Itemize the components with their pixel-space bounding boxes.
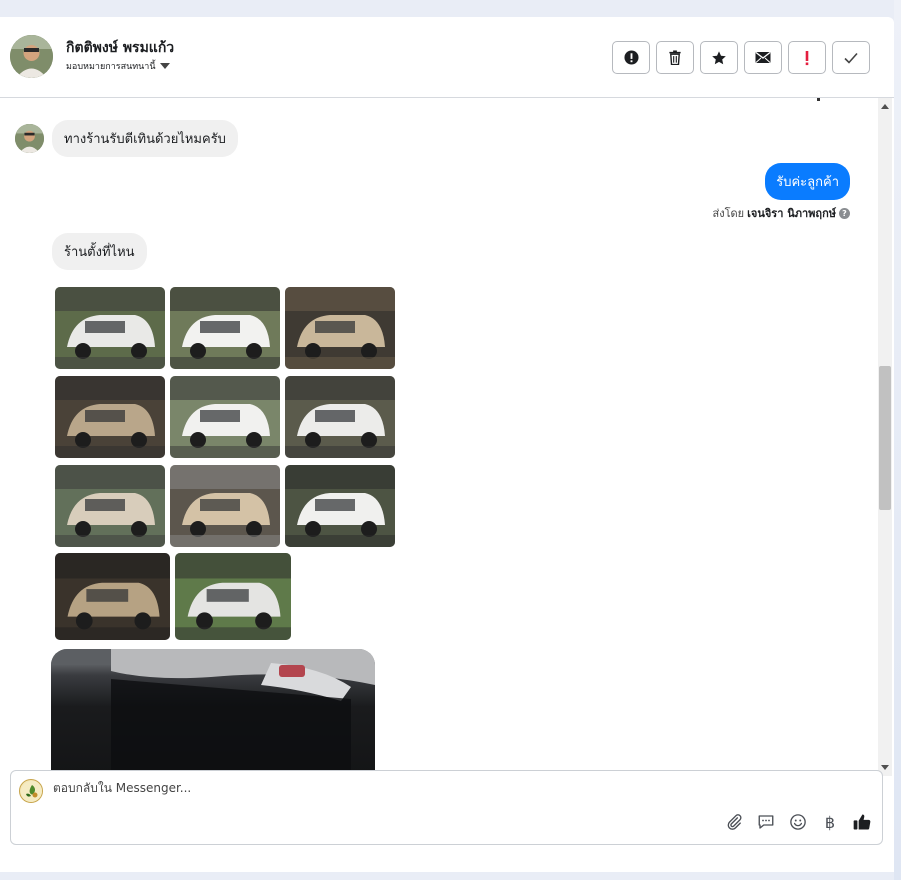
photo-thumbnail[interactable] [55, 553, 170, 640]
photo-thumbnail[interactable] [170, 376, 280, 458]
page-avatar [19, 779, 43, 803]
sent-by-label: ส่งโดย เจนจิรา นิภาพฤกษ์ ? [713, 204, 850, 222]
contact-avatar-small[interactable] [15, 124, 44, 153]
outgoing-message-bubble[interactable]: รับค่ะลูกค้า [765, 163, 850, 200]
follow-up-button[interactable] [788, 41, 826, 74]
incoming-message-bubble[interactable]: ร้านตั้งที่ไหน [52, 233, 147, 270]
scrollbar-thumb[interactable] [879, 366, 891, 510]
alert-circle-icon [623, 50, 639, 65]
reply-composer: ฿ [10, 770, 883, 845]
assign-label: มอบหมายการสนทนานี้ [66, 62, 156, 72]
photo-thumbnail[interactable] [170, 287, 280, 369]
photo-thumbnail[interactable] [55, 376, 165, 458]
header-toolbar [612, 41, 870, 74]
photo-thumbnail[interactable] [285, 287, 395, 369]
photo-thumbnail[interactable] [55, 465, 165, 547]
scroll-down-arrow-icon[interactable] [881, 765, 889, 770]
truncated-text-fragment [817, 98, 820, 101]
incoming-message-bubble[interactable]: ทางร้านรับตีเทินด้วยไหมครับ [52, 120, 238, 157]
photo-thumbnail[interactable] [175, 553, 291, 640]
photo-thumbnail[interactable] [285, 376, 395, 458]
contact-name[interactable]: กิตติพงษ์ พรมแก้ว [66, 37, 174, 59]
scroll-up-arrow-icon[interactable] [881, 104, 889, 109]
conversation-header: กิตติพงษ์ พรมแก้ว มอบหมายการสนทนานี้ [0, 17, 894, 98]
video-attachment[interactable] [51, 649, 375, 776]
photo-thumbnail[interactable] [170, 465, 280, 547]
mark-done-button[interactable] [832, 41, 870, 74]
incoming-message-row: ทางร้านรับตีเทินด้วยไหมครับ [15, 120, 238, 157]
caret-down-icon [159, 63, 170, 69]
trash-icon [669, 50, 681, 65]
photo-thumbnail[interactable] [55, 287, 165, 369]
star-button[interactable] [700, 41, 738, 74]
star-icon [712, 50, 726, 64]
thread-scrollbar[interactable] [878, 98, 892, 776]
baht-payment-icon[interactable]: ฿ [820, 812, 840, 832]
window-edge [894, 0, 901, 880]
mark-unread-button[interactable] [744, 41, 782, 74]
sent-by-prefix: ส่งโดย [712, 207, 745, 220]
photo-thumbnail[interactable] [285, 465, 395, 547]
assign-conversation-dropdown[interactable]: มอบหมายการสนทนานี้ [66, 59, 170, 73]
exclamation-icon [805, 50, 809, 65]
envelope-icon [755, 51, 771, 63]
delete-button[interactable] [656, 41, 694, 74]
conversation-panel: กิตติพงษ์ พรมแก้ว มอบหมายการสนทนานี้ ทาง… [0, 17, 894, 872]
message-thread[interactable]: ทางร้านรับตีเทินด้วยไหมครับ รับค่ะลูกค้า… [0, 98, 878, 776]
saved-reply-icon[interactable] [756, 812, 776, 832]
help-icon[interactable]: ? [839, 207, 850, 219]
checkmark-icon [844, 52, 858, 64]
emoji-icon[interactable] [788, 812, 808, 832]
sent-by-name: เจนจิรา นิภาพฤกษ์ [747, 207, 836, 220]
contact-avatar[interactable] [10, 35, 53, 78]
attachment-icon[interactable] [724, 812, 744, 832]
reply-actions: ฿ [724, 812, 872, 832]
like-icon[interactable] [852, 812, 872, 832]
spam-button[interactable] [612, 41, 650, 74]
reply-input[interactable] [53, 781, 653, 795]
